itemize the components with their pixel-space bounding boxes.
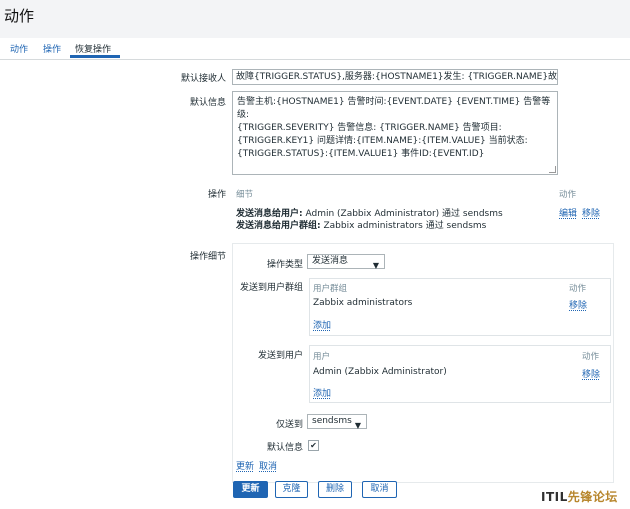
remove-user-link[interactable]: 移除: [582, 367, 600, 380]
tab-recovery-operations[interactable]: 恢复操作: [75, 42, 111, 55]
update-operation-link[interactable]: 更新: [236, 459, 254, 472]
user-group-item: Zabbix administrators: [313, 298, 413, 308]
form-panel: 默认接收人 故障{TRIGGER.STATUS},服务器:{HOSTNAME1}…: [0, 60, 630, 509]
send-only-label: 仅送到: [275, 420, 303, 430]
watermark-suffix: 先锋论坛: [567, 490, 618, 504]
tab-action[interactable]: 动作: [10, 42, 28, 55]
send-only-value: sendsms: [312, 416, 352, 426]
add-user-group-link[interactable]: 添加: [313, 318, 331, 331]
remove-user-group-link[interactable]: 移除: [569, 298, 587, 311]
operation-row-group: 发送消息给用户群组: Zabbix administrators 通过 send…: [236, 218, 486, 231]
operations-col-details: 细节: [236, 190, 254, 200]
add-user-link[interactable]: 添加: [313, 386, 331, 399]
default-subject-label: 默认接收人: [180, 74, 226, 84]
default-message-checkbox[interactable]: ✔: [308, 440, 319, 451]
chevron-down-icon: ▼: [354, 421, 361, 430]
tab-operations[interactable]: 操作: [43, 42, 61, 55]
default-message-label: 默认信息: [189, 98, 226, 108]
forum-watermark: ITIL先锋论坛: [541, 488, 618, 505]
message-line: {TRIGGER.SEVERITY} 告警信息: {TRIGGER.NAME} …: [237, 123, 502, 133]
default-subject-input[interactable]: 故障{TRIGGER.STATUS},服务器:{HOSTNAME1}发生: {T…: [232, 69, 558, 85]
operations-col-action: 动作: [559, 190, 577, 200]
clone-button[interactable]: 克隆: [275, 481, 308, 498]
active-tab-indicator: [70, 55, 120, 58]
user-groups-col-group: 用户群组: [313, 284, 348, 294]
resize-handle[interactable]: [549, 166, 556, 173]
user-groups-col-action: 动作: [569, 284, 587, 294]
edit-operation-link[interactable]: 编辑: [559, 206, 577, 219]
message-line: {TRIGGER.STATUS}:{ITEM.VALUE1} 事件ID:{EVE…: [237, 149, 485, 159]
operation-text: Zabbix administrators 通过 sendsms: [323, 221, 487, 231]
message-line: {TRIGGER.KEY1} 问题详情:{ITEM.NAME}:{ITEM.VA…: [237, 136, 528, 146]
delete-button[interactable]: 删除: [318, 481, 352, 498]
message-line: 告警主机:{HOSTNAME1} 告警时间:{EVENT.DATE} {EVEN…: [237, 97, 551, 120]
cancel-operation-link[interactable]: 取消: [259, 459, 277, 472]
default-message-textarea[interactable]: 告警主机:{HOSTNAME1} 告警时间:{EVENT.DATE} {EVEN…: [232, 91, 558, 175]
operation-type-select[interactable]: 发送消息 ▼: [307, 254, 385, 270]
users-col-user: 用户: [313, 352, 331, 362]
update-button[interactable]: 更新: [233, 481, 268, 498]
user-item: Admin (Zabbix Administrator): [313, 367, 447, 377]
page-header: 动作: [0, 0, 630, 39]
page-title: 动作: [4, 7, 35, 25]
operation-details-label: 操作细节: [189, 252, 226, 262]
operations-label: 操作: [207, 190, 226, 200]
send-only-select[interactable]: sendsms ▼: [307, 414, 367, 430]
default-message-check-label: 默认信息: [266, 443, 303, 453]
operation-type-label: 操作类型: [266, 260, 303, 270]
watermark-prefix: ITIL: [541, 490, 568, 504]
chevron-down-icon: ▼: [372, 261, 379, 270]
operation-type-value: 发送消息: [312, 256, 349, 266]
users-col-action: 动作: [582, 352, 600, 362]
send-to-users-label: 发送到用户: [257, 351, 303, 361]
operation-prefix: 发送消息给用户群组:: [236, 221, 321, 231]
cancel-button[interactable]: 取消: [362, 481, 397, 498]
send-to-groups-label: 发送到用户群组: [239, 283, 303, 293]
remove-operation-link[interactable]: 移除: [582, 206, 600, 219]
